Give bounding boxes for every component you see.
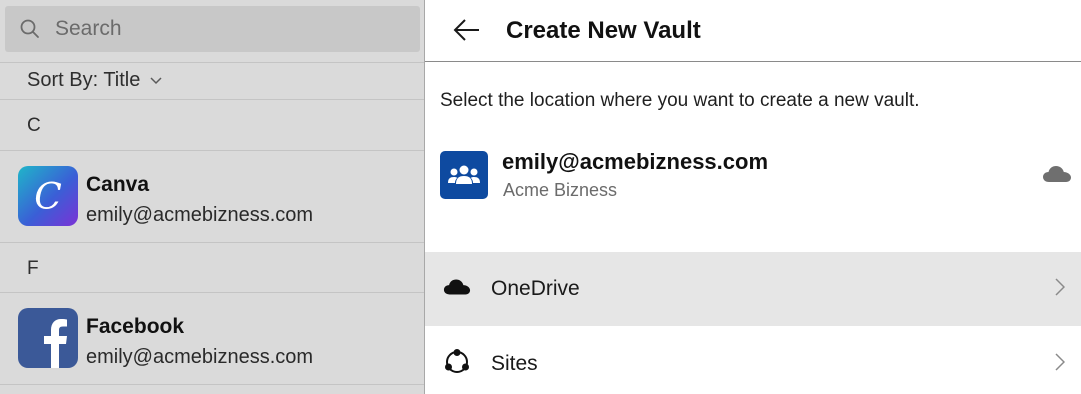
back-arrow-icon (453, 19, 479, 41)
canva-icon: C (18, 166, 78, 226)
divider (0, 62, 424, 63)
onedrive-icon (443, 277, 471, 302)
page-title: Create New Vault (506, 17, 701, 44)
back-button[interactable] (453, 18, 481, 47)
divider (0, 292, 424, 293)
sites-icon (443, 348, 471, 381)
facebook-icon (18, 308, 78, 368)
cloud-icon (1042, 164, 1072, 189)
chevron-right-icon (1055, 352, 1066, 376)
svg-text:C: C (34, 177, 62, 218)
instruction-text: Select the location where you want to cr… (440, 90, 920, 111)
list-item-canva[interactable]: C Canva emily@acmebizness.com (0, 152, 424, 242)
search-input[interactable]: Search (5, 6, 420, 52)
chevron-right-icon (1055, 277, 1066, 301)
item-title: Canva (86, 173, 150, 196)
chevron-down-icon (150, 76, 162, 84)
search-icon (20, 19, 39, 38)
list-item-facebook[interactable]: Facebook emily@acmebizness.com (0, 294, 424, 384)
location-label: Sites (491, 352, 538, 375)
account-org: Acme Bizness (503, 180, 618, 200)
location-onedrive[interactable]: OneDrive (425, 252, 1081, 326)
location-label: OneDrive (491, 277, 580, 300)
sort-label: Sort By: Title (27, 69, 141, 91)
location-sites[interactable]: Sites (425, 327, 1081, 394)
create-vault-pane: Create New Vault Select the location whe… (425, 0, 1081, 394)
divider (0, 150, 424, 151)
item-subtitle: emily@acmebizness.com (86, 346, 314, 368)
account-email: emily@acmebizness.com (502, 149, 769, 174)
divider (0, 242, 424, 243)
vault-item-list-pane: Search Sort By: Title C C Canva emily@ac… (0, 0, 424, 394)
item-title: Facebook (86, 315, 185, 338)
group-header-f: F (27, 258, 39, 279)
group-icon (440, 151, 488, 199)
sort-dropdown[interactable]: Sort By: Title (27, 69, 162, 92)
divider (0, 384, 424, 385)
item-subtitle: emily@acmebizness.com (86, 204, 314, 226)
search-placeholder: Search (55, 17, 122, 40)
divider (0, 99, 424, 100)
header-divider (425, 61, 1081, 62)
group-header-c: C (27, 115, 41, 136)
